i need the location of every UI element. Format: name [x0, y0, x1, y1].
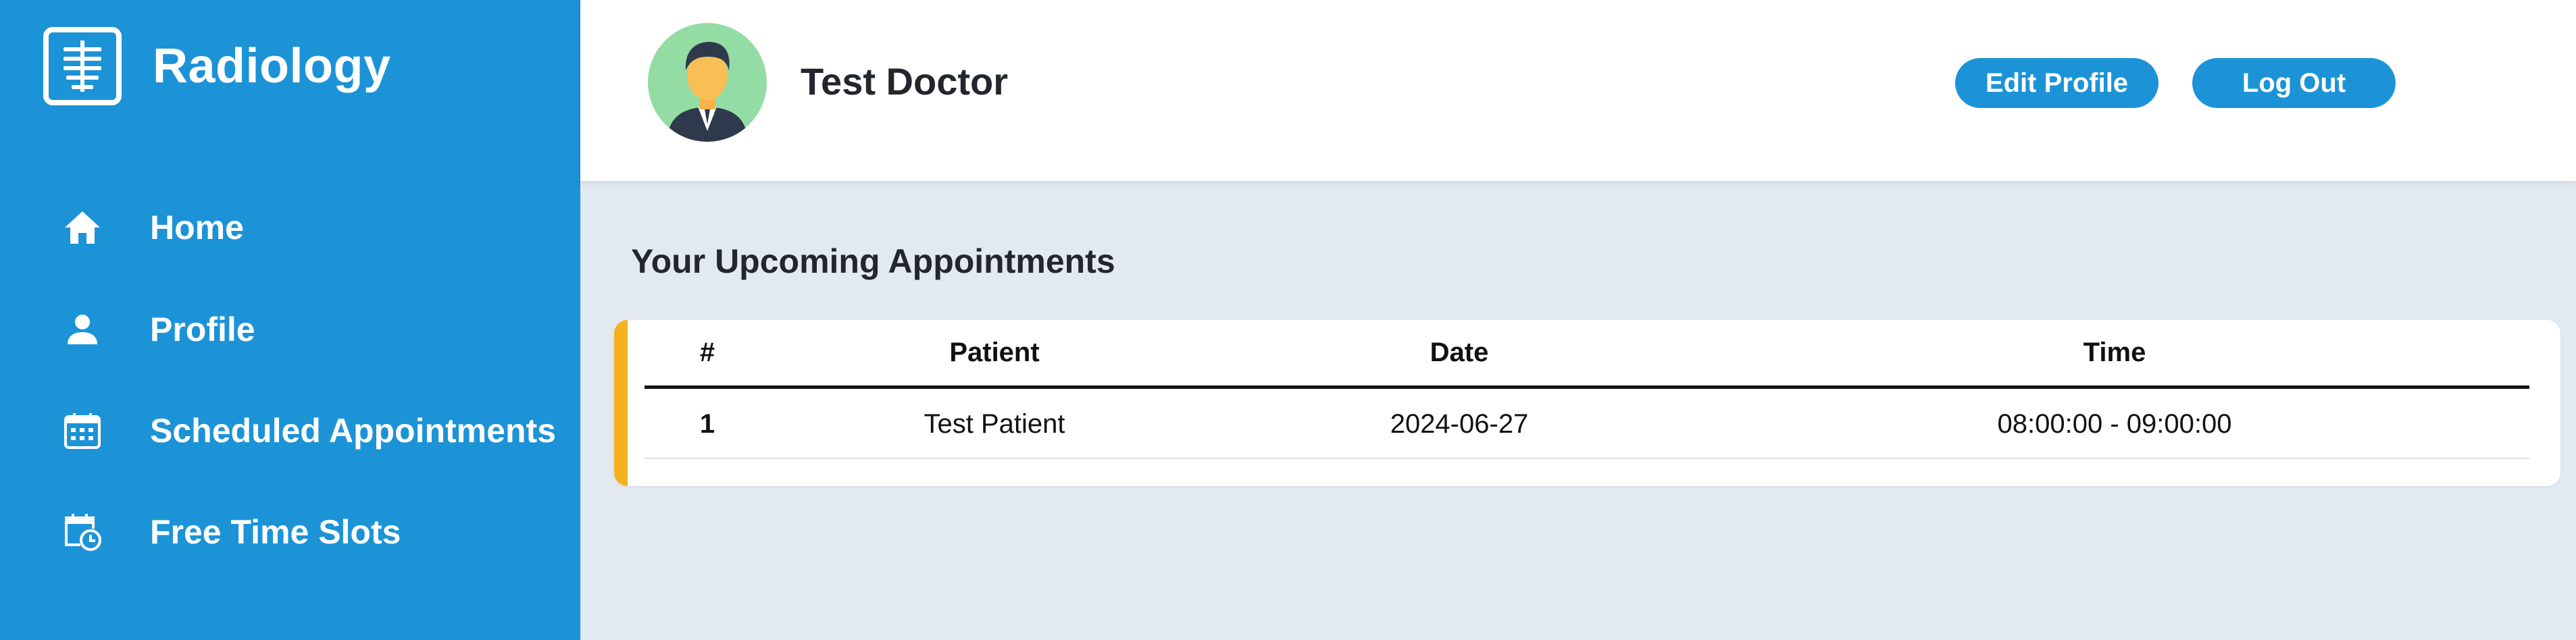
xray-logo-icon	[43, 27, 122, 105]
cell-index: 1	[699, 409, 715, 439]
sidebar-item-label: Free Time Slots	[150, 513, 401, 551]
brand[interactable]: Radiology	[43, 27, 391, 105]
doctor-name: Test Doctor	[801, 60, 1008, 103]
sidebar-item-home[interactable]: Home	[0, 190, 580, 265]
sidebar-item-free-time-slots[interactable]: Free Time Slots	[0, 495, 580, 569]
column-header-date: Date	[1430, 338, 1489, 367]
top-header: Test Doctor Edit Profile Log Out	[580, 0, 2576, 181]
section-title: Your Upcoming Appointments	[631, 242, 1115, 280]
calendar-icon	[62, 410, 103, 451]
edit-profile-button[interactable]: Edit Profile	[1955, 58, 2158, 108]
avatar[interactable]	[648, 23, 767, 142]
sidebar-item-label: Scheduled Appointments	[150, 412, 556, 450]
appointments-table: # Patient Date Time 1 Test Patient 2024-…	[645, 320, 2529, 459]
sidebar-item-label: Home	[150, 209, 244, 246]
cell-date: 2024-06-27	[1390, 409, 1529, 439]
user-icon	[62, 309, 103, 350]
cell-patient: Test Patient	[924, 409, 1065, 439]
table-header: # Patient Date Time	[645, 320, 2529, 389]
sidebar-item-profile[interactable]: Profile	[0, 292, 580, 367]
column-header-time: Time	[2083, 338, 2146, 367]
sidebar-item-label: Profile	[150, 311, 255, 348]
app-title: Radiology	[153, 39, 391, 93]
table-row[interactable]: 1 Test Patient 2024-06-27 08:00:00 - 09:…	[645, 389, 2529, 459]
cell-time: 08:00:00 - 09:00:00	[1997, 409, 2232, 439]
sidebar-item-scheduled-appointments[interactable]: Scheduled Appointments	[0, 394, 580, 468]
logout-button[interactable]: Log Out	[2192, 58, 2396, 108]
column-header-index: #	[699, 338, 715, 367]
appointments-card: # Patient Date Time 1 Test Patient 2024-…	[614, 320, 2560, 486]
card-accent	[614, 320, 628, 486]
home-icon	[62, 207, 103, 248]
sidebar: Radiology Home Profile Scheduled Appoint…	[0, 0, 580, 640]
doctor-avatar-icon	[667, 42, 748, 142]
calendar-clock-icon	[62, 512, 103, 552]
column-header-patient: Patient	[949, 338, 1040, 367]
